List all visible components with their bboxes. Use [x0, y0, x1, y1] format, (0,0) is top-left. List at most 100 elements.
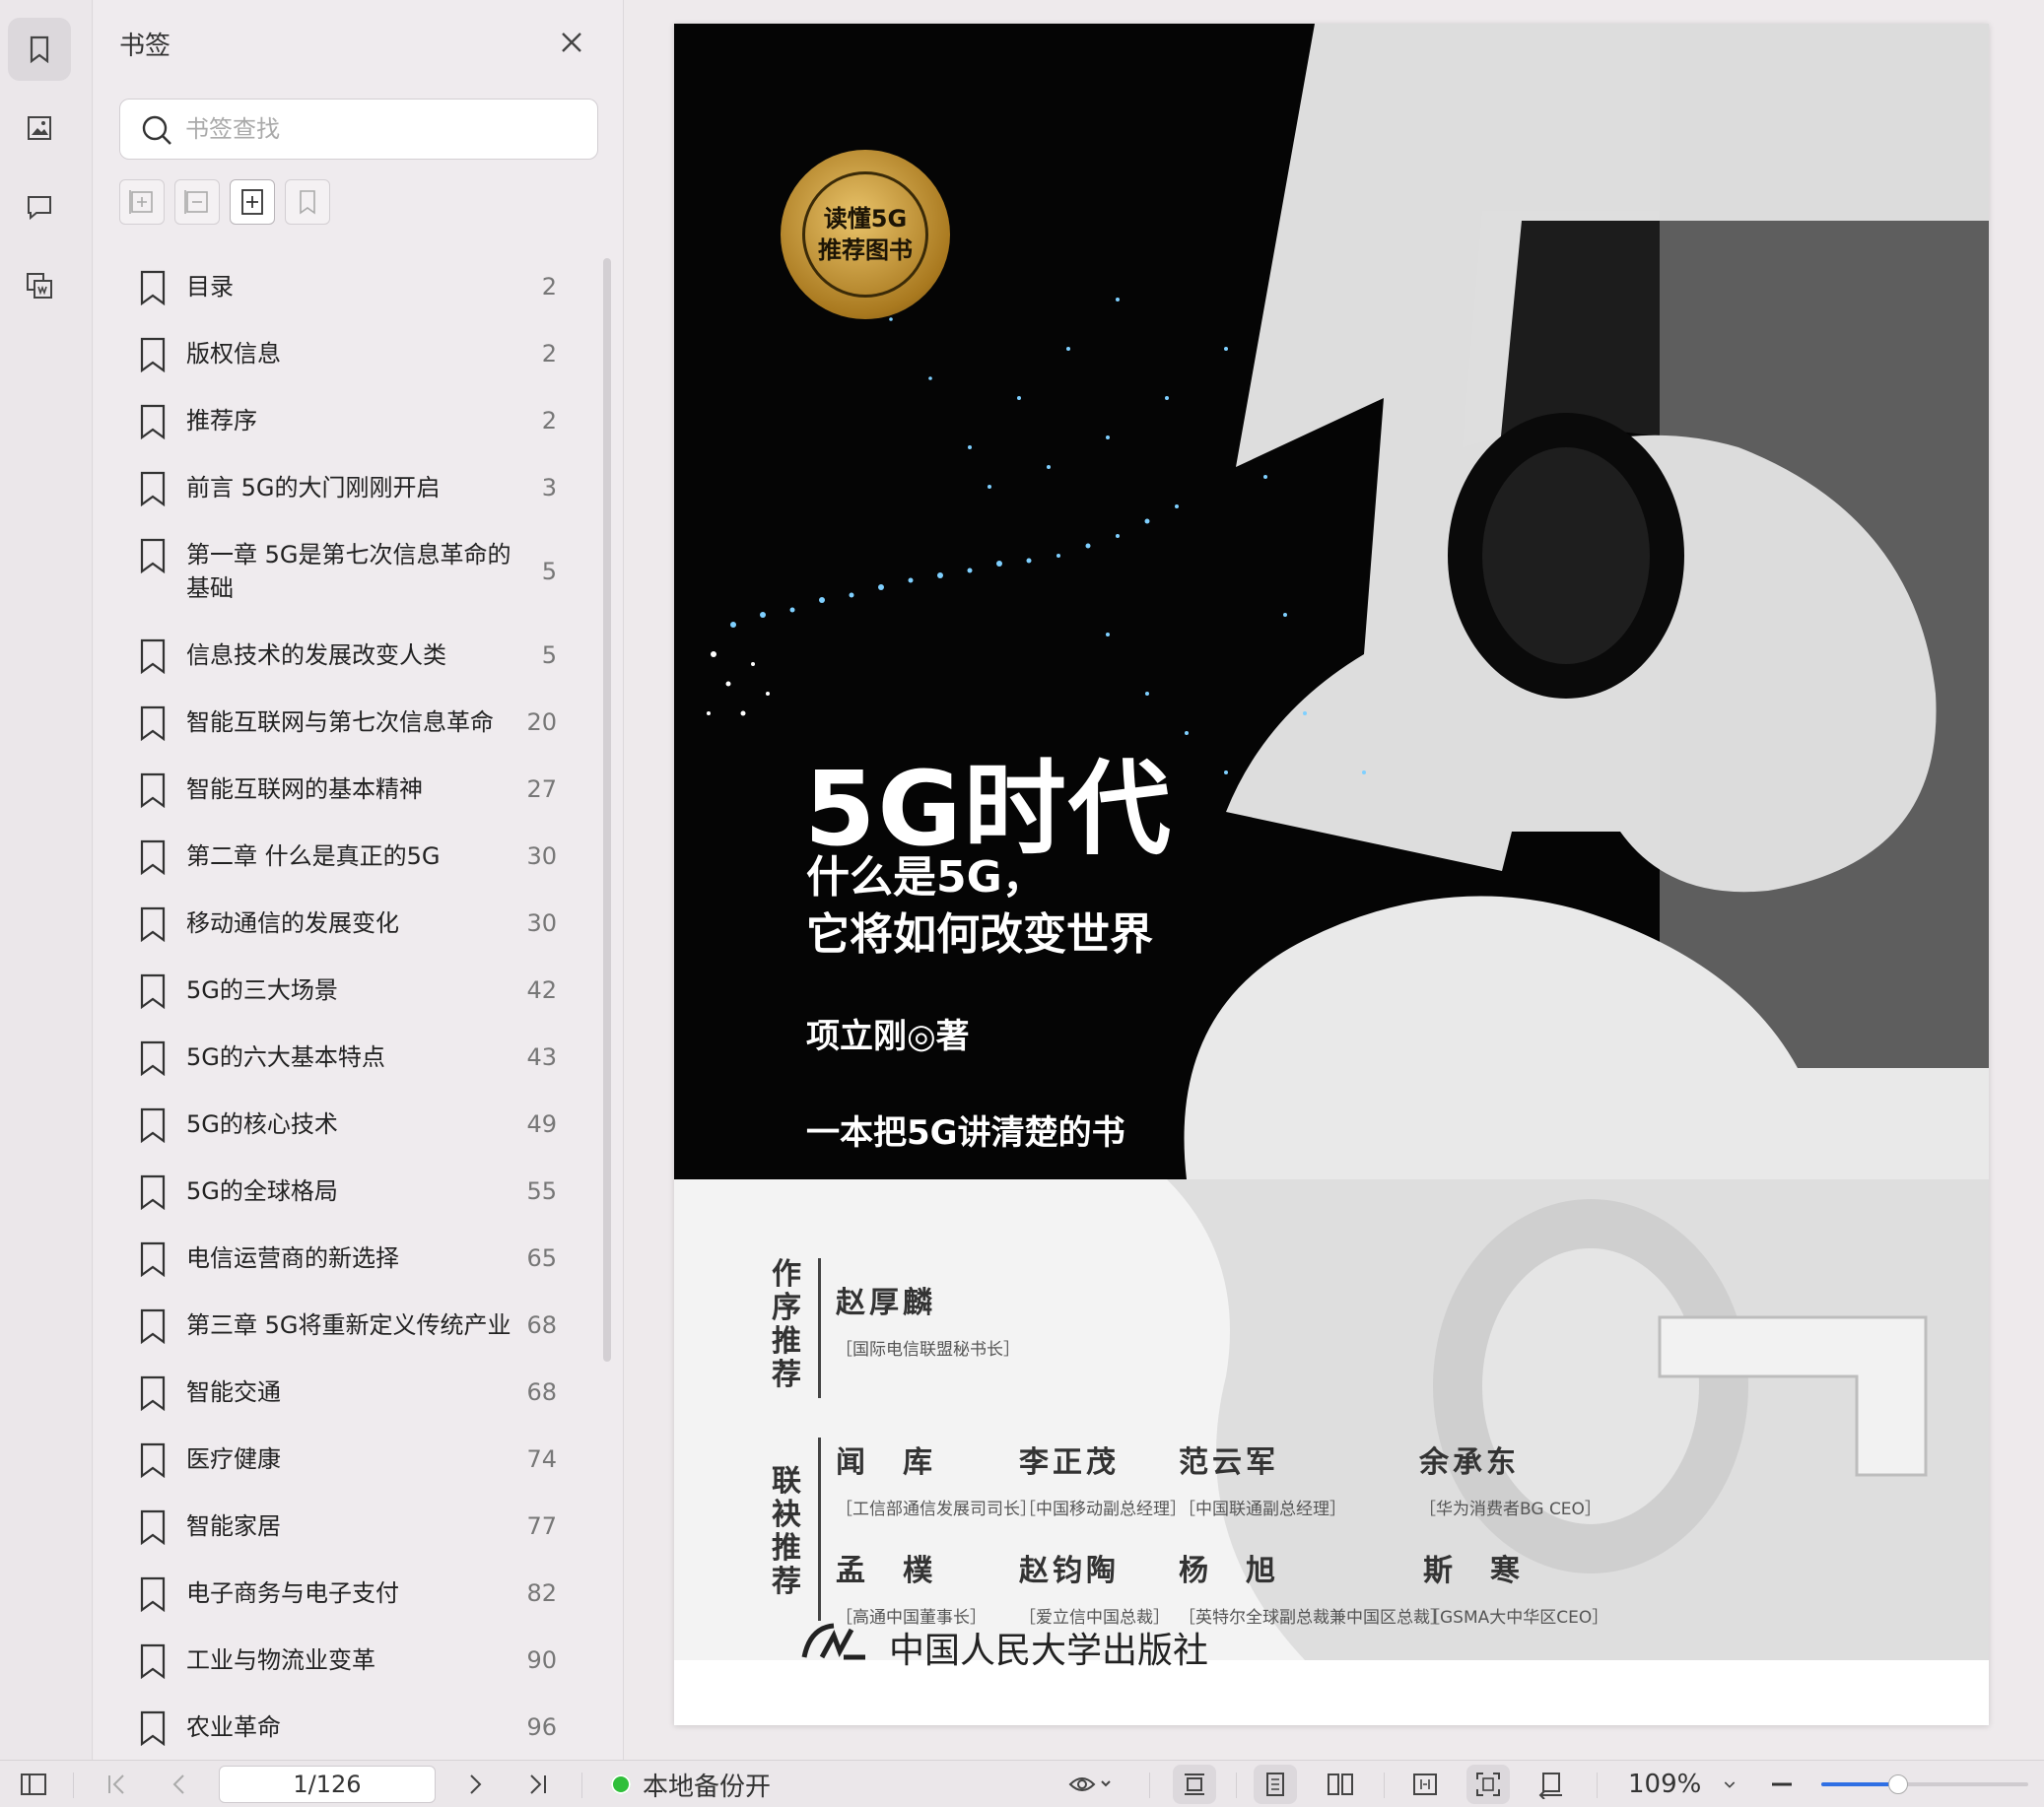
- bookmark-search-input[interactable]: [185, 109, 579, 149]
- recommender-name: 赵钧陶: [1019, 1554, 1120, 1588]
- bookmark-icon: [140, 538, 166, 573]
- bookmark-item[interactable]: 信息技术的发展改变人类 5: [94, 621, 606, 688]
- separator: [1597, 1773, 1598, 1798]
- bookmark-page: 43: [526, 1043, 557, 1071]
- chevron-right-icon: [470, 1774, 482, 1794]
- bookmark-item[interactable]: 第一章 5G是第七次信息革命的基础 5: [94, 520, 606, 621]
- bookmark-icon: [140, 1576, 166, 1612]
- bookmark-item[interactable]: 电子商务与电子支付 82: [94, 1559, 606, 1626]
- bookmark-item[interactable]: 5G的核心技术 49: [94, 1090, 606, 1157]
- zoom-slider-fill: [1821, 1782, 1898, 1786]
- bookmark-item[interactable]: 推荐序 2: [94, 386, 606, 453]
- zoom-slider[interactable]: [1821, 1774, 2028, 1794]
- zoom-dropdown[interactable]: [1715, 1761, 1744, 1807]
- view-mode-button[interactable]: [1060, 1761, 1120, 1807]
- two-page-button[interactable]: [1319, 1761, 1362, 1807]
- bookmark-page: 20: [526, 708, 557, 736]
- bookmark-item[interactable]: 智能互联网的基本精神 27: [94, 755, 606, 822]
- bookmark-item[interactable]: 工业与物流业变革 90: [94, 1626, 606, 1693]
- recommender-title: ［中国联通副总经理］: [1179, 1500, 1346, 1519]
- bookmark-item[interactable]: 移动通信的发展变化 30: [94, 889, 606, 956]
- book-author: 项立刚◎著: [806, 1017, 970, 1056]
- bookmark-label: 智能交通: [186, 1378, 281, 1406]
- bookmark-scrollbar[interactable]: [603, 258, 611, 1362]
- publisher-logo: [801, 1623, 865, 1660]
- bookmark-label: 智能互联网的基本精神: [186, 775, 423, 803]
- expand-all-button[interactable]: [119, 179, 165, 225]
- bookmark-label: 第二章 什么是真正的5G: [186, 842, 441, 870]
- bookmark-label: 目录: [186, 273, 234, 301]
- bookmark-label: 5G的核心技术: [186, 1110, 338, 1138]
- cover-light-area: 作序推荐 赵厚麟 ［国际电信联盟秘书长］ 联袂推荐 闻 库 ［工信部通信发展司司…: [674, 1179, 1989, 1660]
- bookmark-page: 90: [526, 1646, 557, 1674]
- zoom-level[interactable]: 109%: [1628, 1761, 1701, 1807]
- toggle-sidebar-button[interactable]: [14, 1761, 53, 1807]
- bookmark-item[interactable]: 目录 2: [94, 252, 606, 319]
- local-backup-toggle[interactable]: 本地备份开: [611, 1761, 771, 1807]
- bookmark-page: 74: [526, 1445, 557, 1473]
- close-icon[interactable]: [557, 28, 586, 57]
- collapse-all-icon: [184, 190, 208, 214]
- layers-panel-button[interactable]: [8, 254, 71, 317]
- last-page-button[interactable]: [518, 1761, 558, 1807]
- comments-panel-button[interactable]: [8, 175, 71, 238]
- remove-bookmark-button[interactable]: [285, 179, 330, 225]
- separator: [1236, 1773, 1237, 1798]
- document-page[interactable]: 读懂5G 推荐图书 5G时代 什么是5G， 它将如何改变世界 项立刚◎著 一本把…: [674, 24, 1989, 1725]
- first-page-button[interactable]: [97, 1761, 136, 1807]
- bookmark-item[interactable]: 智能互联网与第七次信息革命 20: [94, 688, 606, 755]
- next-page-button[interactable]: [455, 1761, 495, 1807]
- fit-page-icon: [1476, 1773, 1500, 1796]
- add-bookmark-button[interactable]: [230, 179, 275, 225]
- single-page-button[interactable]: [1254, 1765, 1297, 1804]
- fit-page-button[interactable]: [1466, 1765, 1510, 1804]
- prev-page-button[interactable]: [160, 1761, 199, 1807]
- joint-divider: [818, 1438, 821, 1621]
- bookmark-item[interactable]: 智能家居 77: [94, 1492, 606, 1559]
- thumbnail-panel-button[interactable]: [8, 97, 71, 160]
- recommender-name: 李正茂: [1019, 1445, 1120, 1480]
- bookmark-icon: [140, 1174, 166, 1210]
- minus-icon: [1772, 1782, 1792, 1786]
- bookmark-icon: [140, 1107, 166, 1143]
- bookmark-item[interactable]: 第二章 什么是真正的5G 30: [94, 822, 606, 889]
- collapse-all-button[interactable]: [174, 179, 220, 225]
- book-slogan: 一本把5G讲清楚的书: [806, 1113, 1125, 1153]
- bookmark-panel-button[interactable]: [8, 18, 71, 81]
- bookmark-item[interactable]: 智能交通 68: [94, 1358, 606, 1425]
- bookmark-label: 版权信息: [186, 340, 281, 368]
- fit-width-button[interactable]: [1403, 1761, 1447, 1807]
- single-page-icon: [1266, 1773, 1284, 1796]
- bookmark-page: 42: [526, 976, 557, 1004]
- bookmark-item[interactable]: 农业革命 96: [94, 1693, 606, 1760]
- bookmark-icon: [140, 638, 166, 674]
- rotate-button[interactable]: [1530, 1761, 1573, 1807]
- zoom-slider-thumb[interactable]: [1887, 1774, 1908, 1794]
- seal-text-2: 推荐图书: [818, 236, 913, 264]
- bookmark-item[interactable]: 前言 5G的大门刚刚开启 3: [94, 453, 606, 520]
- bookmark-label: 智能家居: [186, 1512, 281, 1540]
- recommend-seal: 读懂5G 推荐图书: [781, 150, 950, 319]
- bookmark-item[interactable]: 电信运营商的新选择 65: [94, 1224, 606, 1291]
- bookmark-page: 2: [541, 340, 557, 368]
- bookmark-page: 5: [541, 641, 557, 669]
- bookmark-page: 3: [541, 474, 557, 502]
- bookmark-label: 移动通信的发展变化: [186, 909, 399, 937]
- bookmark-page: 5: [541, 558, 557, 585]
- bookmark-icon: [140, 1308, 166, 1344]
- joint-label: 联袂推荐: [772, 1464, 801, 1599]
- bookmark-item[interactable]: 5G的六大基本特点 43: [94, 1023, 606, 1090]
- bookmark-item[interactable]: 版权信息 2: [94, 319, 606, 386]
- bookmark-label: 5G的三大场景: [186, 976, 338, 1004]
- recommender-name: 斯 寒: [1423, 1554, 1524, 1588]
- page-number-input[interactable]: [219, 1766, 436, 1803]
- bookmark-item[interactable]: 5G的三大场景 42: [94, 956, 606, 1023]
- joint-recommender: 李正茂 ［中国移动副总经理］: [1019, 1438, 1187, 1519]
- recommender-title: ［英特尔全球副总裁兼中国区总裁］: [1179, 1608, 1447, 1628]
- zoom-out-button[interactable]: [1764, 1761, 1800, 1807]
- bookmark-item[interactable]: 第三章 5G将重新定义传统产业 68: [94, 1291, 606, 1358]
- bookmark-item[interactable]: 医疗健康 74: [94, 1425, 606, 1492]
- continuous-scroll-button[interactable]: [1173, 1765, 1216, 1804]
- bookmark-page: 82: [526, 1579, 557, 1607]
- bookmark-item[interactable]: 5G的全球格局 55: [94, 1157, 606, 1224]
